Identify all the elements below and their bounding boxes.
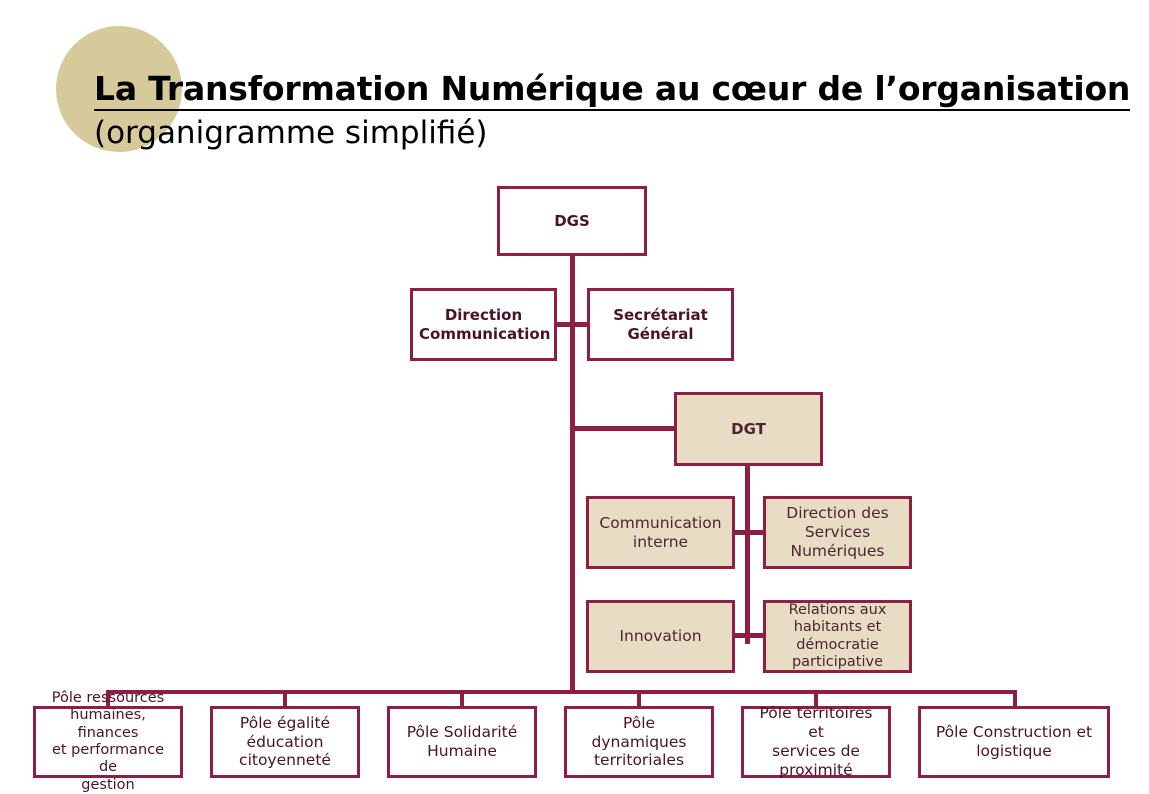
node-pole2-label: Pôle égalité éducation citoyenneté <box>219 714 351 771</box>
page-subtitle: (organigramme simplifié) <box>94 114 488 151</box>
organigramme-canvas: La Transformation Numérique au cœur de l… <box>0 0 1149 793</box>
node-pole5-label: Pôle territoires et services de proximit… <box>750 704 882 780</box>
node-pole2-line3: citoyenneté <box>239 751 331 770</box>
node-direction-communication[interactable]: Direction Communication <box>410 288 557 361</box>
node-dgs[interactable]: DGS <box>497 186 647 256</box>
node-secretariat-general-label: Secrétariat Général <box>596 306 725 344</box>
node-pole5-line3: proximité <box>779 760 853 779</box>
node-secretariat-general[interactable]: Secrétariat Général <box>587 288 734 361</box>
node-relations-habitants[interactable]: Relations aux habitants et démocratie pa… <box>763 600 912 673</box>
node-dgs-label: DGS <box>554 211 590 230</box>
node-communication-interne-line1: Communication <box>599 513 722 532</box>
node-pole1-label: Pôle ressources humaines, finances et pe… <box>42 690 174 794</box>
node-direction-communication-line1: Direction <box>444 305 523 324</box>
node-innovation-label: Innovation <box>619 627 702 646</box>
node-secretariat-general-line1: Secrétariat <box>613 305 708 324</box>
node-dgt-label: DGT <box>731 419 766 438</box>
node-pole4-line1: Pôle dynamiques <box>591 713 687 751</box>
node-pole3-line1: Pôle Solidarité <box>406 723 518 742</box>
node-dsn-line2: Services <box>804 523 871 542</box>
node-pole4-label: Pôle dynamiques territoriales <box>573 714 705 771</box>
node-pole4-line2: territoriales <box>593 751 685 770</box>
node-pole5-line2: services de <box>772 742 860 760</box>
node-secretariat-general-line2: Général <box>627 324 694 343</box>
node-dgt[interactable]: DGT <box>674 392 823 466</box>
node-pole3-label: Pôle Solidarité Humaine <box>396 723 528 761</box>
node-pole6-line1: Pôle Construction et <box>935 723 1093 742</box>
node-relations-line4: participative <box>791 653 884 670</box>
node-pole-construction-logistique[interactable]: Pôle Construction et logistique <box>918 706 1110 778</box>
node-innovation[interactable]: Innovation <box>586 600 735 673</box>
node-pole1-line4: gestion <box>81 776 135 793</box>
node-pole3-line2: Humaine <box>427 742 497 760</box>
connector-dgt-horizontal <box>570 426 678 431</box>
node-pole6-line2: logistique <box>976 742 1052 760</box>
node-communication-interne-label: Communication interne <box>595 514 726 552</box>
node-pole-solidarite-humaine[interactable]: Pôle Solidarité Humaine <box>387 706 537 778</box>
node-direction-services-numeriques-label: Direction des Services Numériques <box>772 504 903 561</box>
node-relations-line2: habitants et <box>793 619 882 636</box>
node-pole1-line1: Pôle ressources <box>51 689 165 706</box>
title-block: La Transformation Numérique au cœur de l… <box>94 70 1130 152</box>
node-pole2-line2: éducation <box>246 732 324 751</box>
node-relations-line3: démocratie <box>796 636 879 653</box>
node-pole5-line1: Pôle territoires et <box>759 704 873 742</box>
node-direction-communication-line2: Communication <box>419 324 551 343</box>
node-communication-interne-line2: interne <box>632 532 689 551</box>
node-pole6-label: Pôle Construction et logistique <box>927 723 1101 761</box>
node-relations-habitants-label: Relations aux habitants et démocratie pa… <box>772 602 903 672</box>
node-relations-line1: Relations aux <box>788 601 887 618</box>
page-title: La Transformation Numérique au cœur de l… <box>94 70 1130 111</box>
node-pole1-line2: humaines, finances <box>70 707 146 741</box>
node-pole-egalite-education[interactable]: Pôle égalité éducation citoyenneté <box>210 706 360 778</box>
node-dsn-line1: Direction des <box>786 504 889 523</box>
node-communication-interne[interactable]: Communication interne <box>586 496 735 569</box>
connector-dgt-vertical <box>745 464 750 644</box>
node-pole-territoires-services[interactable]: Pôle territoires et services de proximit… <box>741 704 891 780</box>
node-pole2-line1: Pôle égalité <box>239 713 331 732</box>
node-pole-ressources-humaines[interactable]: Pôle ressources humaines, finances et pe… <box>33 690 183 793</box>
connector-bottom-bus <box>106 690 1016 694</box>
node-pole-dynamiques-territoriales[interactable]: Pôle dynamiques territoriales <box>564 706 714 778</box>
node-direction-communication-label: Direction Communication <box>419 305 551 344</box>
node-direction-services-numeriques[interactable]: Direction des Services Numériques <box>763 496 912 569</box>
node-dsn-line3: Numériques <box>790 541 885 560</box>
node-pole1-line3: et performance de <box>51 742 165 776</box>
